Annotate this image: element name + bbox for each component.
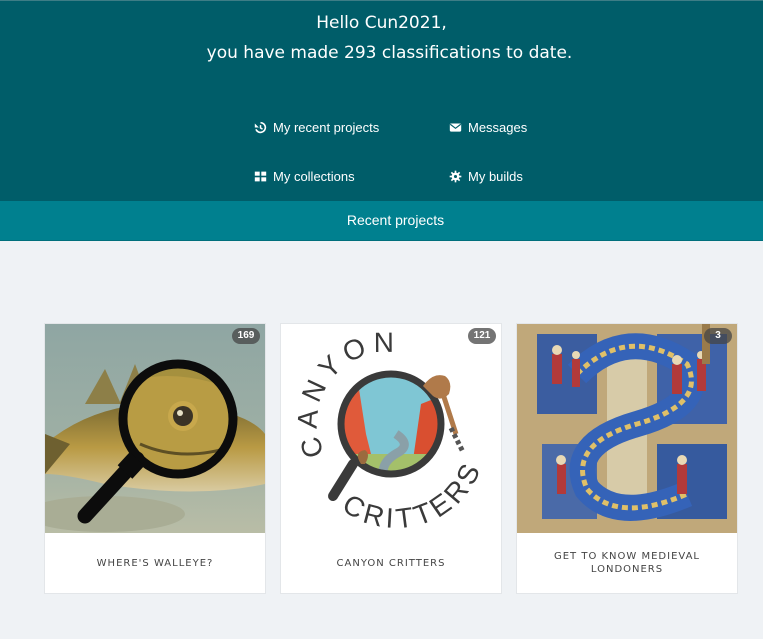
dashboard-hero: Hello Cun2021, you have made 293 classif… (0, 0, 763, 201)
project-title: GET TO KNOW MEDIEVAL LONDONERS (553, 551, 700, 575)
classification-count-badge: 169 (232, 328, 260, 344)
history-icon (253, 121, 267, 135)
my-builds-link[interactable]: My builds (448, 169, 523, 184)
my-collections-link[interactable]: My collections (253, 169, 355, 184)
section-tabbar: Recent projects (0, 201, 763, 241)
my-builds-label: My builds (468, 169, 523, 184)
recent-projects-section: 169 WHERE'S WALLEYE? CANYON CRITTERS 121… (0, 241, 763, 639)
my-collections-label: My collections (273, 169, 355, 184)
project-card-canyon-critters[interactable]: CANYON CRITTERS 121 CANYON CRITTERS (280, 323, 502, 594)
greeting-line-2: you have made 293 classifications to dat… (206, 43, 573, 63)
project-title: CANYON CRITTERS (336, 557, 446, 569)
classification-count-badge: 3 (704, 328, 732, 344)
tab-recent-projects[interactable]: Recent projects (0, 212, 763, 228)
canyon-critters-thumbnail: CANYON CRITTERS 121 (281, 324, 501, 533)
medieval-londoners-thumbnail: 3 (517, 324, 737, 533)
project-card-wheres-walleye[interactable]: 169 WHERE'S WALLEYE? (44, 323, 266, 594)
walleye-image (45, 324, 265, 533)
wheres-walleye-thumbnail: 169 (45, 324, 265, 533)
gear-icon (448, 170, 462, 184)
messages-link[interactable]: Messages (448, 120, 527, 135)
greeting-line-1: Hello Cun2021, (316, 13, 447, 33)
classification-count-badge: 121 (468, 328, 496, 344)
project-card-medieval-londoners[interactable]: 3 GET TO KNOW MEDIEVAL LONDONERS (516, 323, 738, 594)
project-card-list: 169 WHERE'S WALLEYE? CANYON CRITTERS 121… (44, 323, 752, 594)
project-title: WHERE'S WALLEYE? (96, 557, 214, 569)
canyon-critters-logo: CANYON CRITTERS (281, 324, 501, 533)
grid-icon (253, 170, 267, 184)
envelope-icon (448, 121, 462, 135)
my-recent-projects-link[interactable]: My recent projects (253, 120, 379, 135)
messages-label: Messages (468, 120, 528, 135)
illuminated-manuscript-image (517, 324, 737, 533)
my-recent-projects-label: My recent projects (273, 120, 380, 135)
